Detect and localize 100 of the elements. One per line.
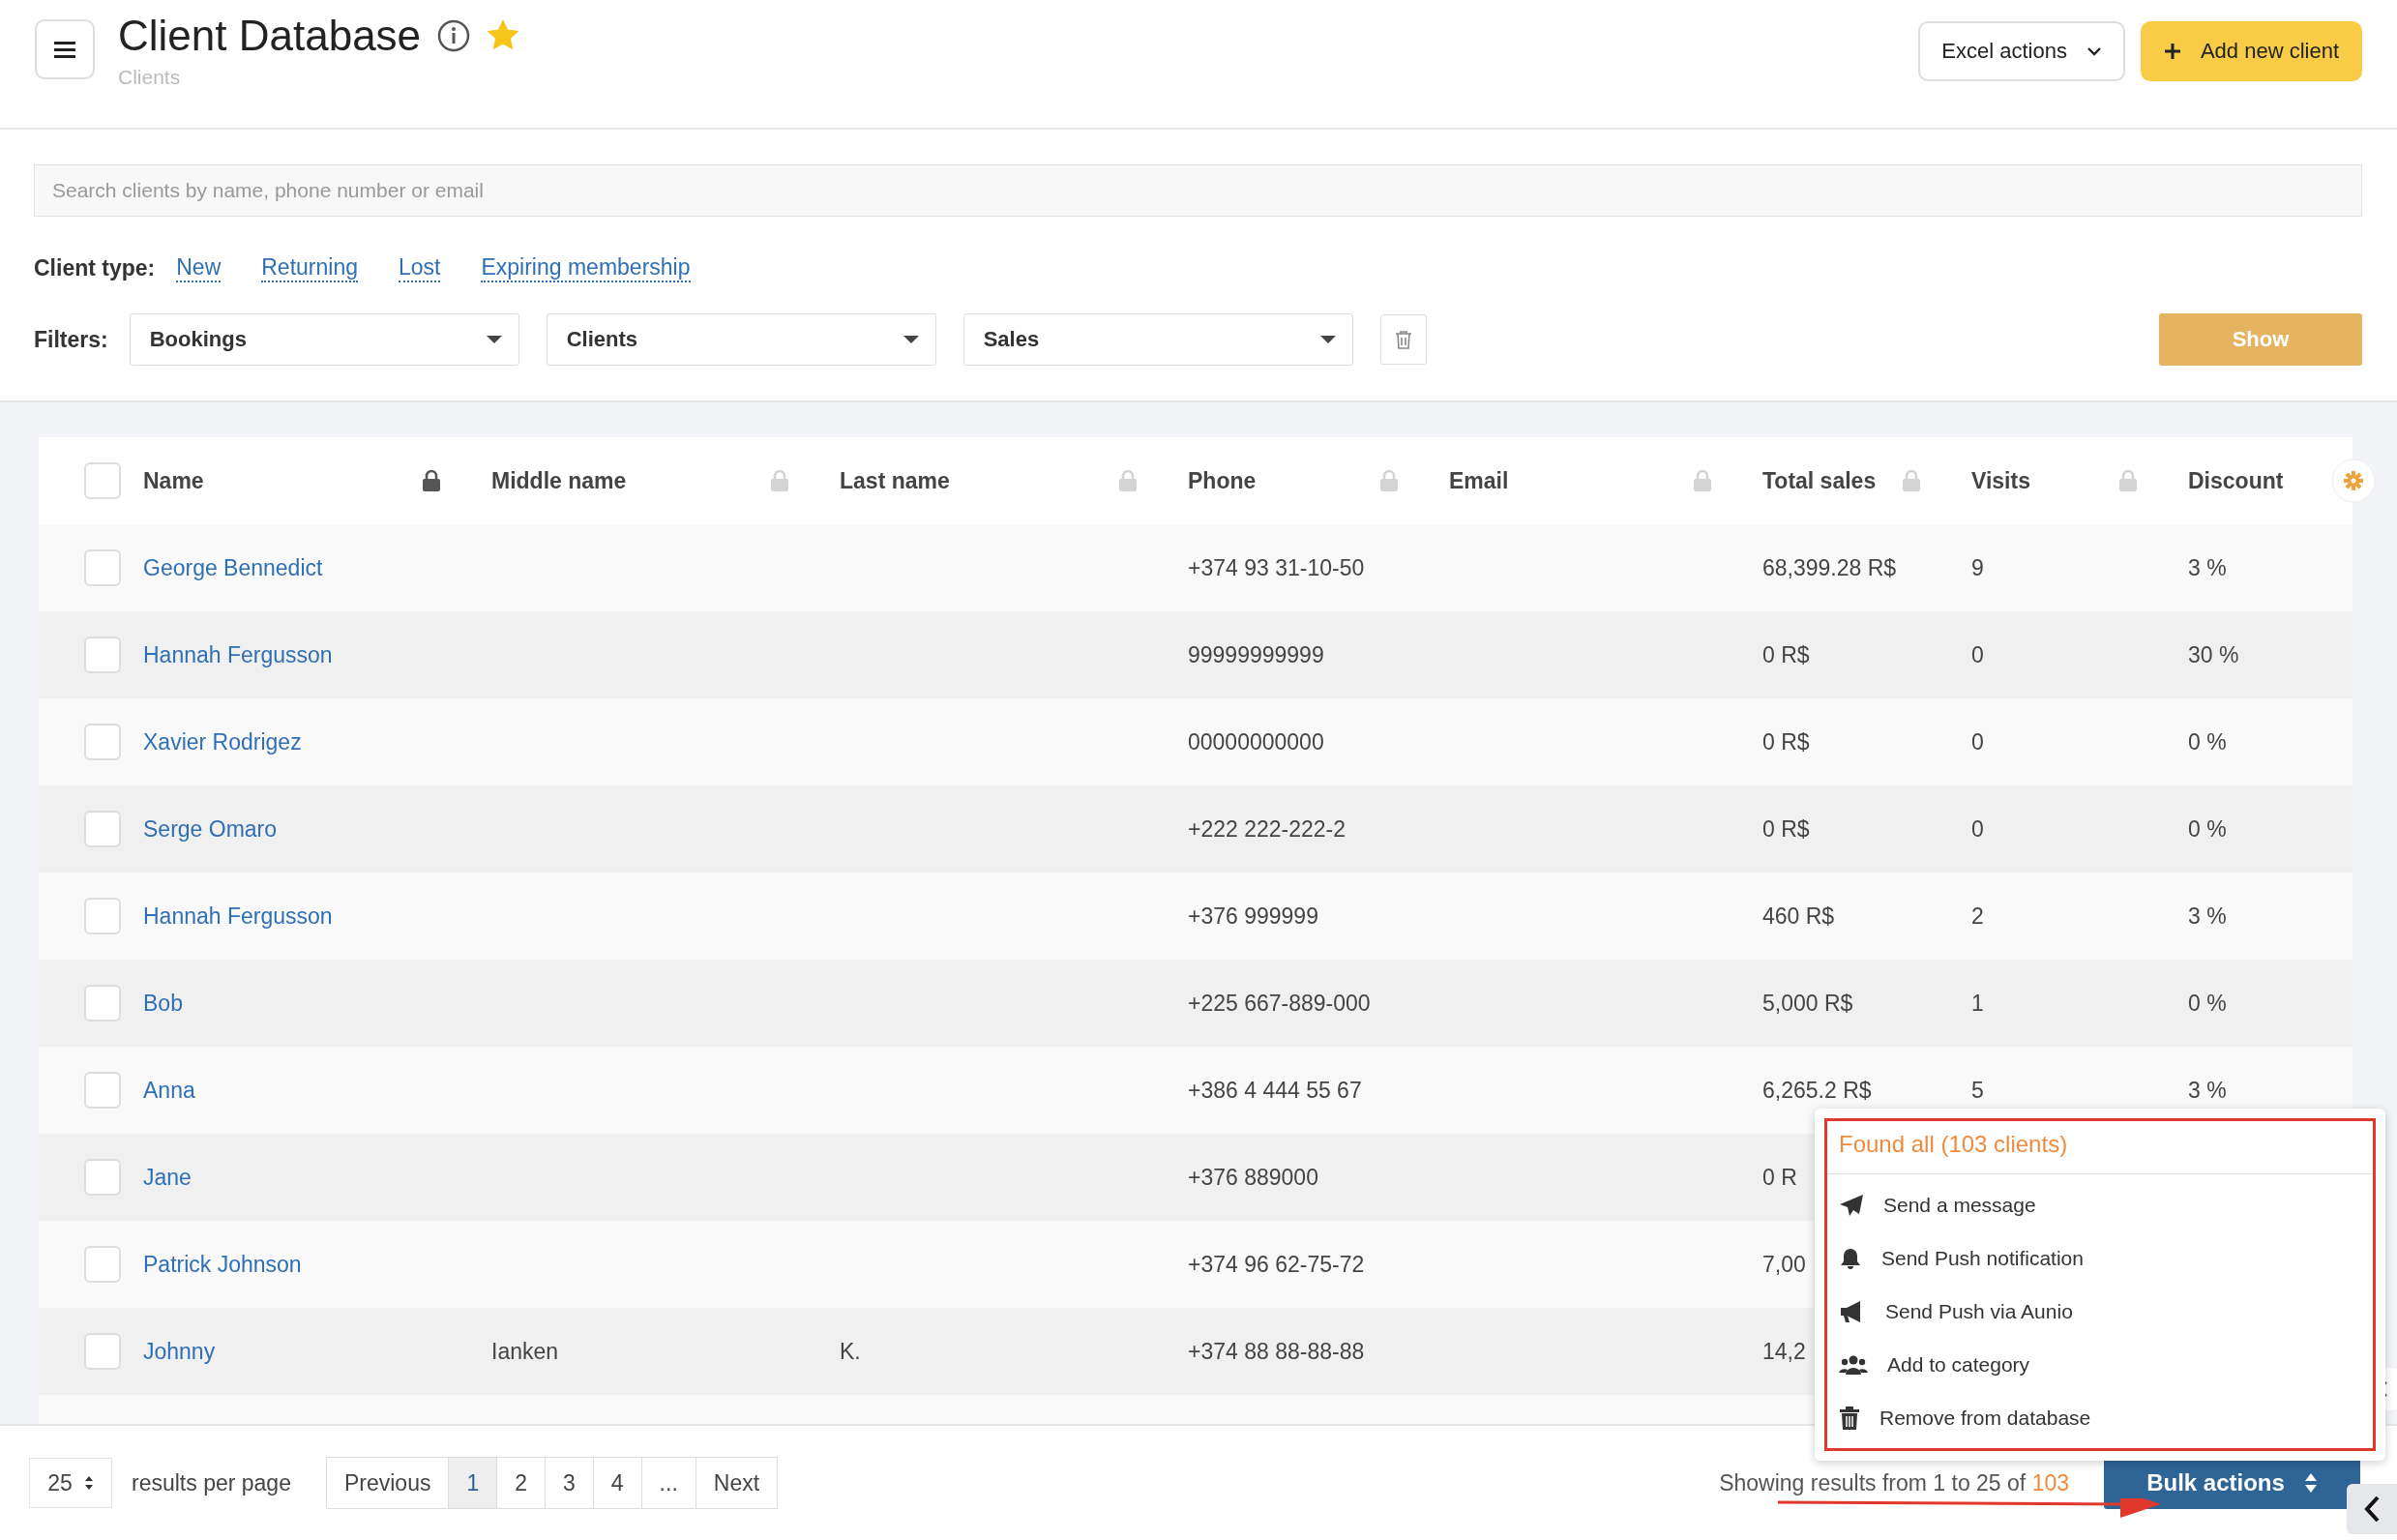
checkbox[interactable] (84, 811, 121, 847)
checkbox[interactable] (84, 637, 121, 673)
table-cell: 3 % (2188, 554, 2227, 580)
table-cell: 00000000000 (1188, 728, 1324, 755)
checkbox[interactable] (84, 1333, 121, 1370)
table-cell: 0 % (2188, 728, 2227, 755)
trash-icon (1839, 1406, 1860, 1430)
filter-select[interactable]: Clients (546, 313, 936, 366)
table-cell: 0 % (2188, 990, 2227, 1016)
client-name-link[interactable]: Jane (143, 1164, 192, 1190)
table-cell: 9 (1971, 554, 1984, 580)
menu-item[interactable]: Send Push via Aunio (1827, 1285, 2373, 1338)
column-header[interactable]: Last name (840, 467, 950, 494)
menu-button[interactable] (35, 19, 95, 79)
filters-label: Filters: (34, 326, 108, 353)
table-cell: 0 (1971, 815, 1984, 842)
column-header[interactable]: Phone (1188, 467, 1257, 494)
plus-icon (2163, 43, 2181, 60)
table-cell: K. (840, 1338, 861, 1364)
checkbox[interactable] (84, 1159, 121, 1196)
column-header[interactable]: Total sales (1762, 467, 1877, 494)
collapse-button[interactable] (2347, 1484, 2397, 1534)
sort-icon (83, 1475, 94, 1491)
excel-actions-button[interactable]: Excel actions (1918, 21, 2125, 81)
table-cell: 0 (1971, 641, 1984, 667)
client-type-link[interactable]: Lost (399, 253, 441, 282)
client-type-link[interactable]: New (176, 253, 222, 282)
filter-select[interactable]: Sales (962, 313, 1353, 366)
table-cell: 0 R (1762, 1164, 1797, 1190)
page-link[interactable]: 3 (545, 1458, 593, 1508)
checkbox[interactable] (84, 1072, 121, 1109)
add-client-button[interactable]: Add new client (2140, 21, 2362, 81)
client-name-link[interactable]: Serge Omaro (143, 815, 278, 842)
checkbox[interactable] (84, 985, 121, 1022)
menu-item[interactable]: Add to category (1827, 1338, 2373, 1391)
settings-icon[interactable] (2331, 459, 2376, 503)
table-cell: 460 R$ (1762, 903, 1835, 929)
table-cell: 0 R$ (1762, 815, 1810, 842)
checkbox[interactable] (84, 1246, 121, 1283)
table-cell: 68,399.28 R$ (1762, 554, 1897, 580)
per-page-select[interactable]: 25 (29, 1458, 112, 1508)
lock-icon[interactable] (422, 469, 441, 492)
client-name-link[interactable]: Xavier Rodrigez (143, 728, 302, 755)
info-icon[interactable] (436, 18, 472, 53)
caret-down-icon (485, 335, 503, 344)
table-cell: 5,000 R$ (1762, 990, 1853, 1016)
client-name-link[interactable]: George Bennedict (143, 554, 323, 580)
client-name-link[interactable]: Anna (143, 1077, 195, 1103)
trash-icon (1394, 330, 1412, 349)
page-link[interactable]: 2 (496, 1458, 545, 1508)
table-cell: 99999999999 (1188, 641, 1324, 667)
checkbox[interactable] (84, 462, 121, 499)
star-icon[interactable] (487, 20, 520, 51)
column-header[interactable]: Email (1449, 467, 1509, 494)
checkbox[interactable] (84, 898, 121, 934)
table-cell: +376 889000 (1188, 1164, 1318, 1190)
client-name-link[interactable]: Bob (143, 990, 183, 1016)
sort-icon (2303, 1472, 2318, 1494)
menu-item[interactable]: Remove from database (1827, 1391, 2373, 1444)
page-link[interactable]: 1 (448, 1458, 497, 1508)
checkbox[interactable] (84, 724, 121, 760)
users-icon (1839, 1353, 1868, 1376)
menu-icon (54, 41, 75, 58)
table-cell: 5 (1971, 1077, 1984, 1103)
table-cell: 0 R$ (1762, 728, 1810, 755)
client-type-link[interactable]: Returning (261, 253, 358, 282)
table-cell: +374 88 88-88-88 (1188, 1338, 1365, 1364)
page-title: Client Database (118, 12, 422, 60)
table-cell: 30 % (2188, 641, 2239, 667)
client-name-link[interactable]: Johnny (143, 1338, 216, 1364)
page-link[interactable]: Previous (326, 1458, 449, 1508)
menu-item[interactable]: Send a message (1827, 1178, 2373, 1231)
table-cell: +374 93 31-10-50 (1188, 554, 1365, 580)
table-cell: Ianken (491, 1338, 559, 1364)
results-summary: Showing results from 1 to 25 of 103 (1719, 1469, 2069, 1496)
table-cell: 0 (1971, 728, 1984, 755)
client-name-link[interactable]: Patrick Johnson (143, 1251, 302, 1277)
page-link[interactable]: Next (695, 1458, 778, 1508)
page-link[interactable]: 4 (592, 1458, 641, 1508)
menu-title: Found all (103 clients) (1827, 1121, 2373, 1174)
client-type-link[interactable]: Expiring membership (481, 253, 691, 282)
table-cell: 3 % (2188, 1077, 2227, 1103)
menu-item[interactable]: Send Push notification (1827, 1231, 2373, 1285)
client-name-link[interactable]: Hannah Fergusson (143, 903, 333, 929)
clear-filters-button[interactable] (1379, 314, 1427, 365)
client-type-label: Client type: (34, 254, 156, 281)
table-cell: 6,265.2 R$ (1762, 1077, 1872, 1103)
client-name-link[interactable]: Hannah Fergusson (143, 641, 333, 667)
table-cell: 0 % (2188, 815, 2227, 842)
column-header[interactable]: Discount (2188, 467, 2284, 494)
checkbox[interactable] (84, 549, 121, 586)
table-cell: 1 (1971, 990, 1984, 1016)
caret-down-icon (1318, 335, 1337, 344)
search-field[interactable]: Search clients by name, phone number or email (34, 164, 2362, 217)
column-header[interactable]: Middle name (491, 467, 627, 494)
column-header[interactable]: Visits (1971, 467, 2030, 494)
column-header[interactable]: Name (143, 467, 204, 494)
table-cell: 3 % (2188, 903, 2227, 929)
page-link[interactable]: ... (640, 1458, 695, 1508)
filter-select[interactable]: Bookings (129, 313, 519, 366)
